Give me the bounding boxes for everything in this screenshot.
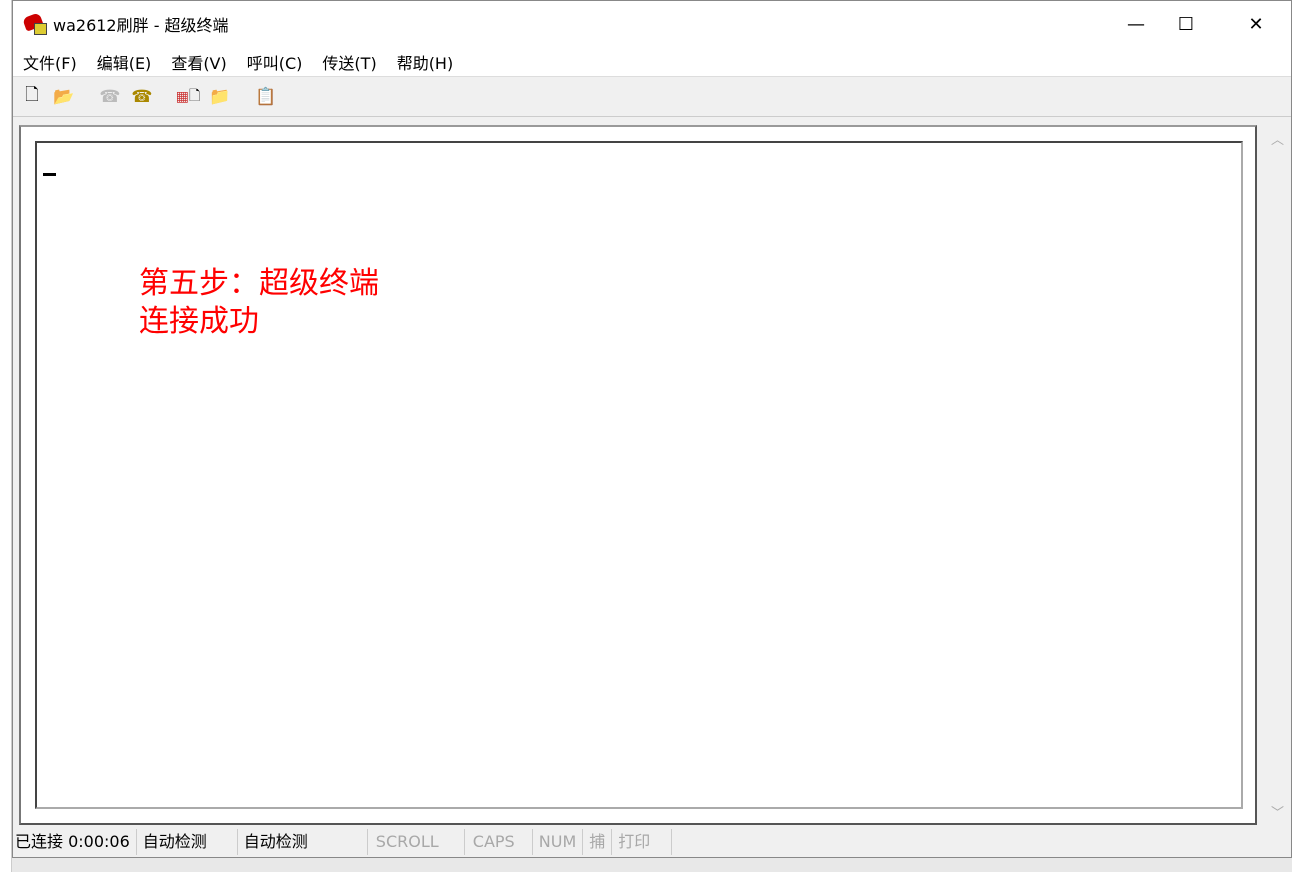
menu-transfer[interactable]: 传送(T) [322, 50, 376, 74]
status-print: 打印 [612, 829, 673, 855]
scroll-down-icon[interactable]: ﹀ [1271, 802, 1284, 821]
annotation-line-2: 连接成功 [139, 304, 259, 339]
close-button[interactable]: ✕ [1221, 1, 1291, 47]
menu-edit[interactable]: 编辑(E) [97, 50, 152, 74]
status-num: NUM [533, 829, 584, 855]
status-bar: 已连接 0:00:06 自动检测 自动检测 SCROLL CAPS NUM 捕 … [13, 827, 1291, 857]
disconnect-icon[interactable]: ☎ [99, 86, 121, 108]
menu-view[interactable]: 查看(V) [171, 50, 226, 74]
terminal-screen[interactable]: 第五步：超级终端 连接成功 [35, 141, 1243, 809]
hyperterminal-window: wa2612刷胖 - 超级终端 — ☐ ✕ 文件(F) 编辑(E) 查看(V) … [12, 0, 1292, 858]
background-window-right [1292, 0, 1304, 872]
hyperterminal-app-icon [23, 13, 47, 35]
menu-file[interactable]: 文件(F) [23, 50, 77, 74]
status-connection: 已连接 0:00:06 [13, 829, 137, 855]
scroll-up-icon[interactable]: ︿ [1271, 129, 1284, 148]
receive-icon[interactable]: 📁 [209, 86, 231, 108]
background-window-left [0, 0, 12, 872]
title-bar: wa2612刷胖 - 超级终端 — ☐ ✕ [13, 1, 1291, 47]
status-detect-1: 自动检测 [137, 829, 238, 855]
toolbar: 🗋 📂 ☎ ☎ ▦ 🗋 📁 📋 [13, 77, 1291, 117]
properties-icon[interactable]: 📋 [255, 86, 277, 108]
status-caps: CAPS [465, 829, 533, 855]
menu-call[interactable]: 呼叫(C) [247, 50, 303, 74]
annotation-text: 第五步：超级终端 连接成功 [139, 265, 379, 341]
vertical-scrollbar[interactable]: ︿ ﹀ [1263, 125, 1291, 825]
menu-bar: 文件(F) 编辑(E) 查看(V) 呼叫(C) 传送(T) 帮助(H) [13, 47, 1291, 77]
maximize-button[interactable]: ☐ [1151, 1, 1221, 47]
annotation-line-1: 第五步：超级终端 [139, 266, 379, 301]
terminal-area[interactable]: 第五步：超级终端 连接成功 [19, 125, 1257, 825]
status-detect-2: 自动检测 [238, 829, 368, 855]
text-cursor [43, 173, 56, 176]
status-capture: 捕 [583, 829, 613, 855]
window-title: wa2612刷胖 - 超级终端 [53, 16, 229, 35]
call-icon[interactable]: ☎ [131, 86, 153, 108]
menu-help[interactable]: 帮助(H) [397, 50, 454, 74]
open-icon[interactable]: 📂 [53, 86, 75, 108]
new-icon[interactable]: 🗋 [21, 85, 43, 108]
send-icon[interactable]: ▦ 🗋 [176, 86, 201, 108]
status-scroll: SCROLL [368, 829, 465, 855]
